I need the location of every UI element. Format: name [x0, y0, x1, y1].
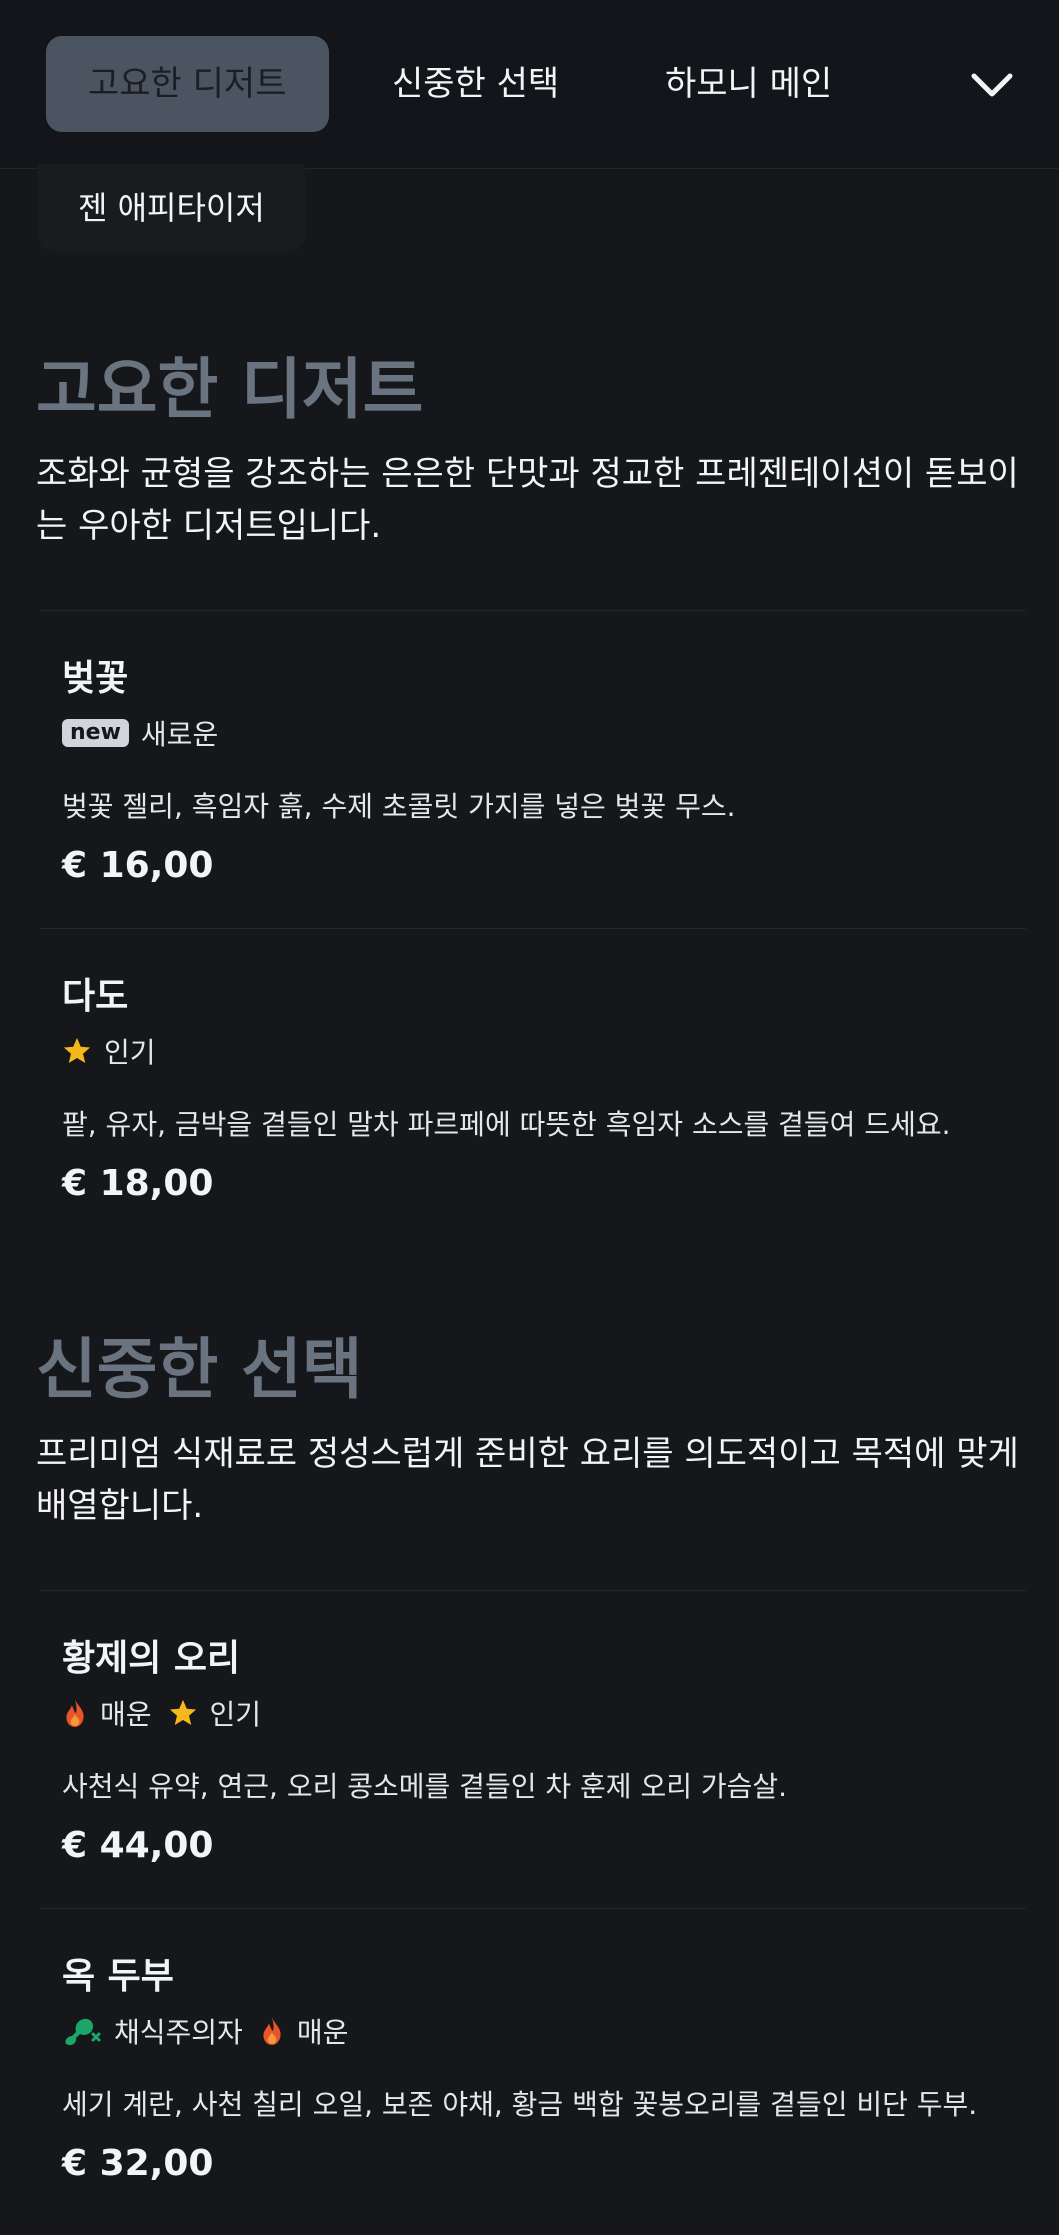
item-price: € 44,00: [62, 1825, 214, 1866]
flame-icon: [263, 2017, 281, 2045]
section-description: 프리미엄 식재료로 정성스럽게 준비한 요리를 의도적이고 목적에 맞게 배열합…: [36, 1434, 1019, 1526]
tag-label: 인기: [209, 1698, 262, 1731]
new-badge-icon: new: [62, 719, 129, 747]
menu-item[interactable]: 황제의 오리 매운 인기 사천식 유약, 연근, 오리 콩소메를 곁들인 차 훈…: [40, 1590, 1026, 1909]
item-tags: 인기: [62, 1031, 172, 1071]
menu-section-mindful-selection: 신중한 선택 프리미엄 식재료로 정성스럽게 준비한 요리를 의도적이고 목적에…: [36, 1330, 1026, 1532]
section-title: 신중한 선택: [36, 1331, 363, 1408]
tab-serene-desserts[interactable]: 고요한 디저트: [46, 36, 329, 132]
item-description: 벚꽃 젤리, 흑임자 흙, 수제 초콜릿 가지를 넣은 벚꽃 무스.: [62, 790, 736, 823]
menu-item[interactable]: 옥 두부 채식주의자 매운 세기 계란, 사천 칠리 오일, 보존 야채, 황금…: [40, 1908, 1026, 2227]
item-price: € 32,00: [62, 2143, 214, 2184]
item-name: 황제의 오리: [62, 1638, 241, 1679]
tab-harmony-mains[interactable]: 하모니 메인: [665, 36, 832, 132]
tag-label: 매운: [296, 2016, 349, 2049]
tab-zen-appetizers[interactable]: 젠 애피타이저: [38, 164, 305, 252]
section-description: 조화와 균형을 강조하는 은은한 단맛과 정교한 프레젠테이션이 돋보이는 우아…: [36, 454, 1019, 546]
item-description: 팥, 유자, 금박을 곁들인 말차 파르페에 따뜻한 흑임자 소스를 곁들여 드…: [62, 1108, 951, 1141]
item-name: 옥 두부: [62, 1956, 174, 1997]
item-description: 사천식 유약, 연근, 오리 콩소메를 곁들인 차 훈제 오리 가슴살.: [62, 1770, 788, 1803]
item-tags: 매운 인기: [62, 1693, 277, 1733]
tag-label: 채식주의자: [114, 2016, 243, 2049]
section-title: 고요한 디저트: [36, 351, 424, 428]
item-price: € 18,00: [62, 1163, 214, 1204]
tab-mindful-selection[interactable]: 신중한 선택: [392, 36, 559, 132]
tag-label: 새로운: [140, 718, 219, 751]
item-price: € 16,00: [62, 845, 214, 886]
tag-vegetarian: 채식주의자: [62, 2011, 243, 2051]
item-name: 다도: [62, 976, 129, 1017]
no-meat-icon: [65, 2018, 101, 2046]
chevron-down-icon[interactable]: [967, 60, 1017, 110]
menu-item[interactable]: 다도 인기 팥, 유자, 금박을 곁들인 말차 파르페에 따뜻한 흑임자 소스를…: [40, 928, 1026, 1247]
flame-icon: [66, 1699, 84, 1727]
tag-spicy: 매운: [62, 1693, 152, 1733]
menu-section-serene-desserts: 고요한 디저트 조화와 균형을 강조하는 은은한 단맛과 정교한 프레젠테이션이…: [36, 350, 1026, 552]
tag-popular: 인기: [62, 1031, 156, 1071]
star-icon: [169, 1699, 196, 1725]
tag-popular: 인기: [168, 1693, 262, 1733]
tag-label: 매운: [100, 1698, 152, 1731]
item-description: 세기 계란, 사천 칠리 오일, 보존 야채, 황금 백합 꽃봉오리를 곁들인 …: [62, 2088, 978, 2121]
category-nav: 고요한 디저트 신중한 선택 하모니 메인: [0, 0, 1059, 169]
tag-label: 인기: [104, 1036, 156, 1069]
item-tags: new 새로운: [62, 713, 234, 753]
tag-new: new 새로운: [62, 713, 218, 753]
item-name: 벚꽃: [62, 658, 129, 699]
item-tags: 채식주의자 매운: [62, 2011, 364, 2051]
menu-item[interactable]: 벚꽃 new 새로운 벚꽃 젤리, 흑임자 흙, 수제 초콜릿 가지를 넣은 벚…: [40, 610, 1026, 929]
tag-spicy: 매운: [259, 2011, 349, 2051]
star-icon: [63, 1037, 91, 1063]
